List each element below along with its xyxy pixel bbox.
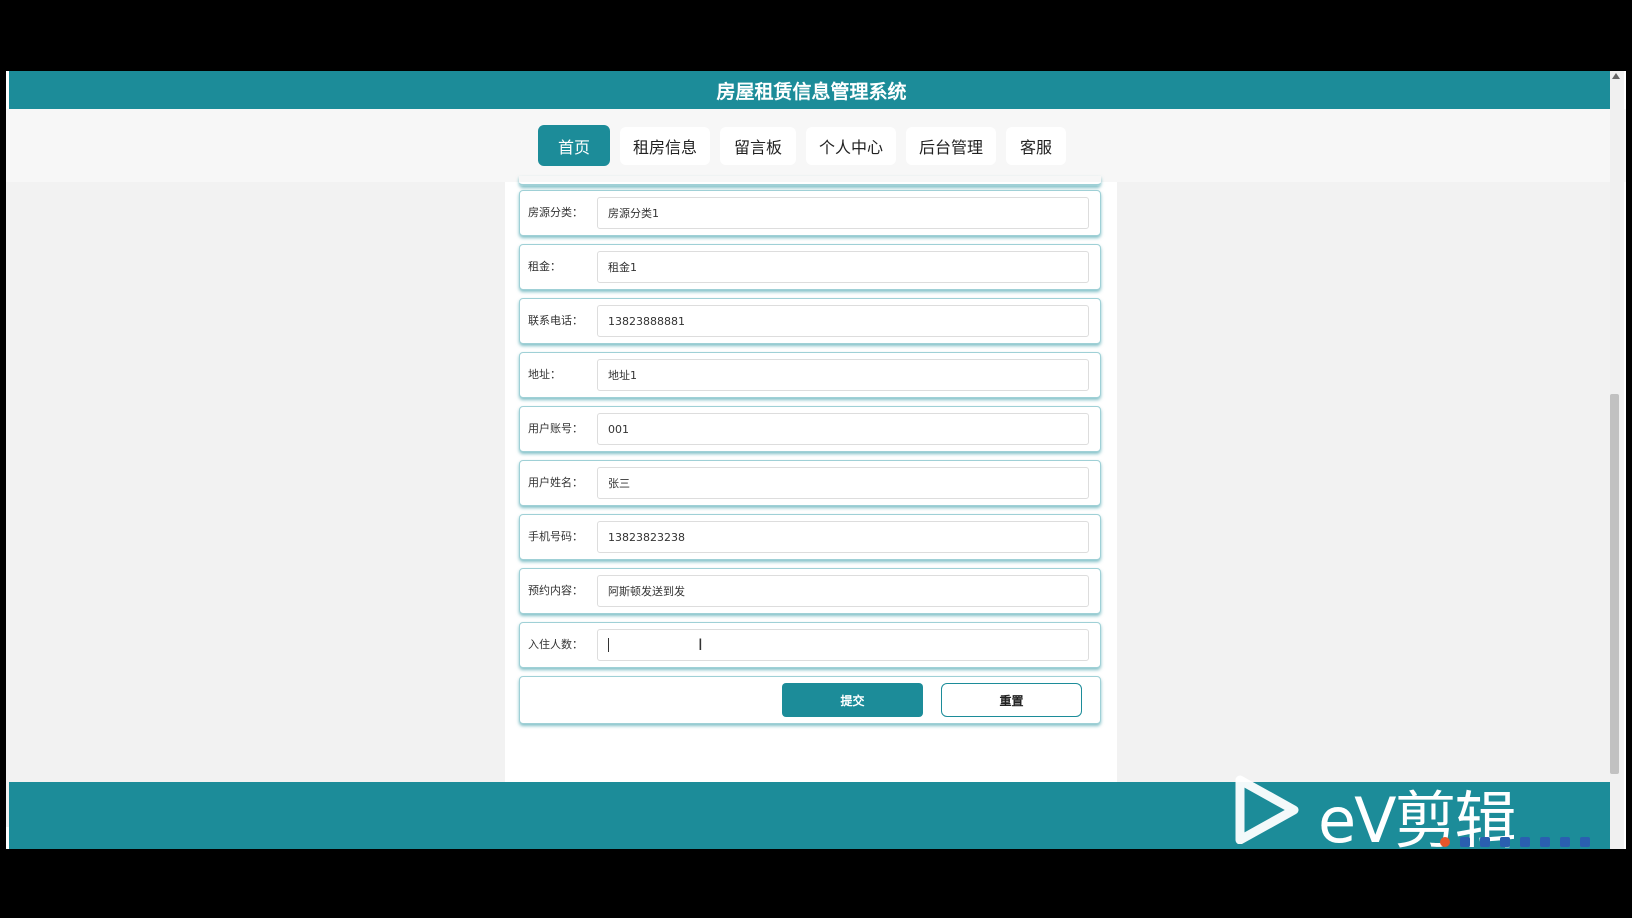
form-row-user-name: 用户姓名： 张三 [519, 460, 1101, 506]
address-field[interactable]: 地址1 [597, 359, 1089, 391]
submit-button[interactable]: 提交 [782, 683, 923, 717]
form-row-mobile: 手机号码： 13823823238 [519, 514, 1101, 560]
browser-viewport: 房屋租赁信息管理系统 首页 租房信息 留言板 个人中心 后台管理 客服 房源分类… [6, 71, 1626, 849]
nav-admin[interactable]: 后台管理 [906, 127, 996, 165]
ime-toolbar [1440, 834, 1632, 850]
scroll-up-arrow-icon[interactable] [1612, 73, 1620, 79]
nav-home[interactable]: 首页 [538, 125, 610, 166]
vertical-scrollbar[interactable] [1610, 71, 1624, 849]
ime-punct-icon [1480, 837, 1490, 847]
field-label: 联系电话： [528, 314, 583, 327]
reservation-form: 房源分类： 房源分类1 租金： 租金1 联系电话： 13823888881 地址… [505, 182, 1117, 827]
ime-lang-icon [1460, 837, 1470, 847]
app-title: 房屋租赁信息管理系统 [716, 80, 907, 103]
reservation-content-field[interactable]: 阿斯顿发送到发 [597, 575, 1089, 607]
ime-mic-icon [1520, 837, 1530, 847]
form-row-rent: 租金： 租金1 [519, 244, 1101, 290]
form-row-category: 房源分类： 房源分类1 [519, 190, 1101, 236]
field-label: 入住人数： [528, 638, 583, 651]
form-row-previous [519, 176, 1101, 186]
play-logo-icon [1235, 775, 1299, 845]
ime-user-icon [1560, 837, 1570, 847]
form-row-contact-phone: 联系电话： 13823888881 [519, 298, 1101, 344]
ime-logo-icon [1440, 837, 1450, 847]
field-label: 房源分类： [528, 206, 583, 219]
text-cursor [608, 638, 609, 652]
top-nav: 首页 租房信息 留言板 个人中心 后台管理 客服 [6, 109, 1626, 182]
category-field[interactable]: 房源分类1 [597, 197, 1089, 229]
ime-keyboard-icon [1540, 837, 1550, 847]
nav-customer-service[interactable]: 客服 [1006, 127, 1066, 165]
field-label: 预约内容： [528, 584, 583, 597]
form-row-occupants: 入住人数： I [519, 622, 1101, 668]
user-name-field[interactable]: 张三 [597, 467, 1089, 499]
contact-phone-field[interactable]: 13823888881 [597, 305, 1089, 337]
form-row-account: 用户账号： 001 [519, 406, 1101, 452]
occupants-field[interactable]: I [597, 629, 1089, 661]
mobile-field[interactable]: 13823823238 [597, 521, 1089, 553]
account-field[interactable]: 001 [597, 413, 1089, 445]
main-content: 房源分类： 房源分类1 租金： 租金1 联系电话： 13823888881 地址… [6, 182, 1616, 827]
field-label: 地址： [528, 368, 561, 381]
ime-skin-icon [1580, 837, 1590, 847]
nav-rental-info[interactable]: 租房信息 [620, 127, 710, 165]
app-title-bar: 房屋租赁信息管理系统 [9, 71, 1614, 109]
nav-message-board[interactable]: 留言板 [720, 127, 796, 165]
rent-field[interactable]: 租金1 [597, 251, 1089, 283]
form-row-reservation-content: 预约内容： 阿斯顿发送到发 [519, 568, 1101, 614]
form-actions: 提交 重置 [519, 676, 1101, 724]
reset-button[interactable]: 重置 [941, 683, 1082, 717]
ibeam-cursor-icon: I [698, 635, 703, 654]
field-label: 租金： [528, 260, 561, 273]
field-label: 用户账号： [528, 422, 583, 435]
form-row-address: 地址： 地址1 [519, 352, 1101, 398]
field-label: 用户姓名： [528, 476, 583, 489]
field-label: 手机号码： [528, 530, 583, 543]
nav-personal-center[interactable]: 个人中心 [806, 127, 896, 165]
ime-emoji-icon [1500, 837, 1510, 847]
scrollbar-thumb[interactable] [1610, 394, 1619, 774]
